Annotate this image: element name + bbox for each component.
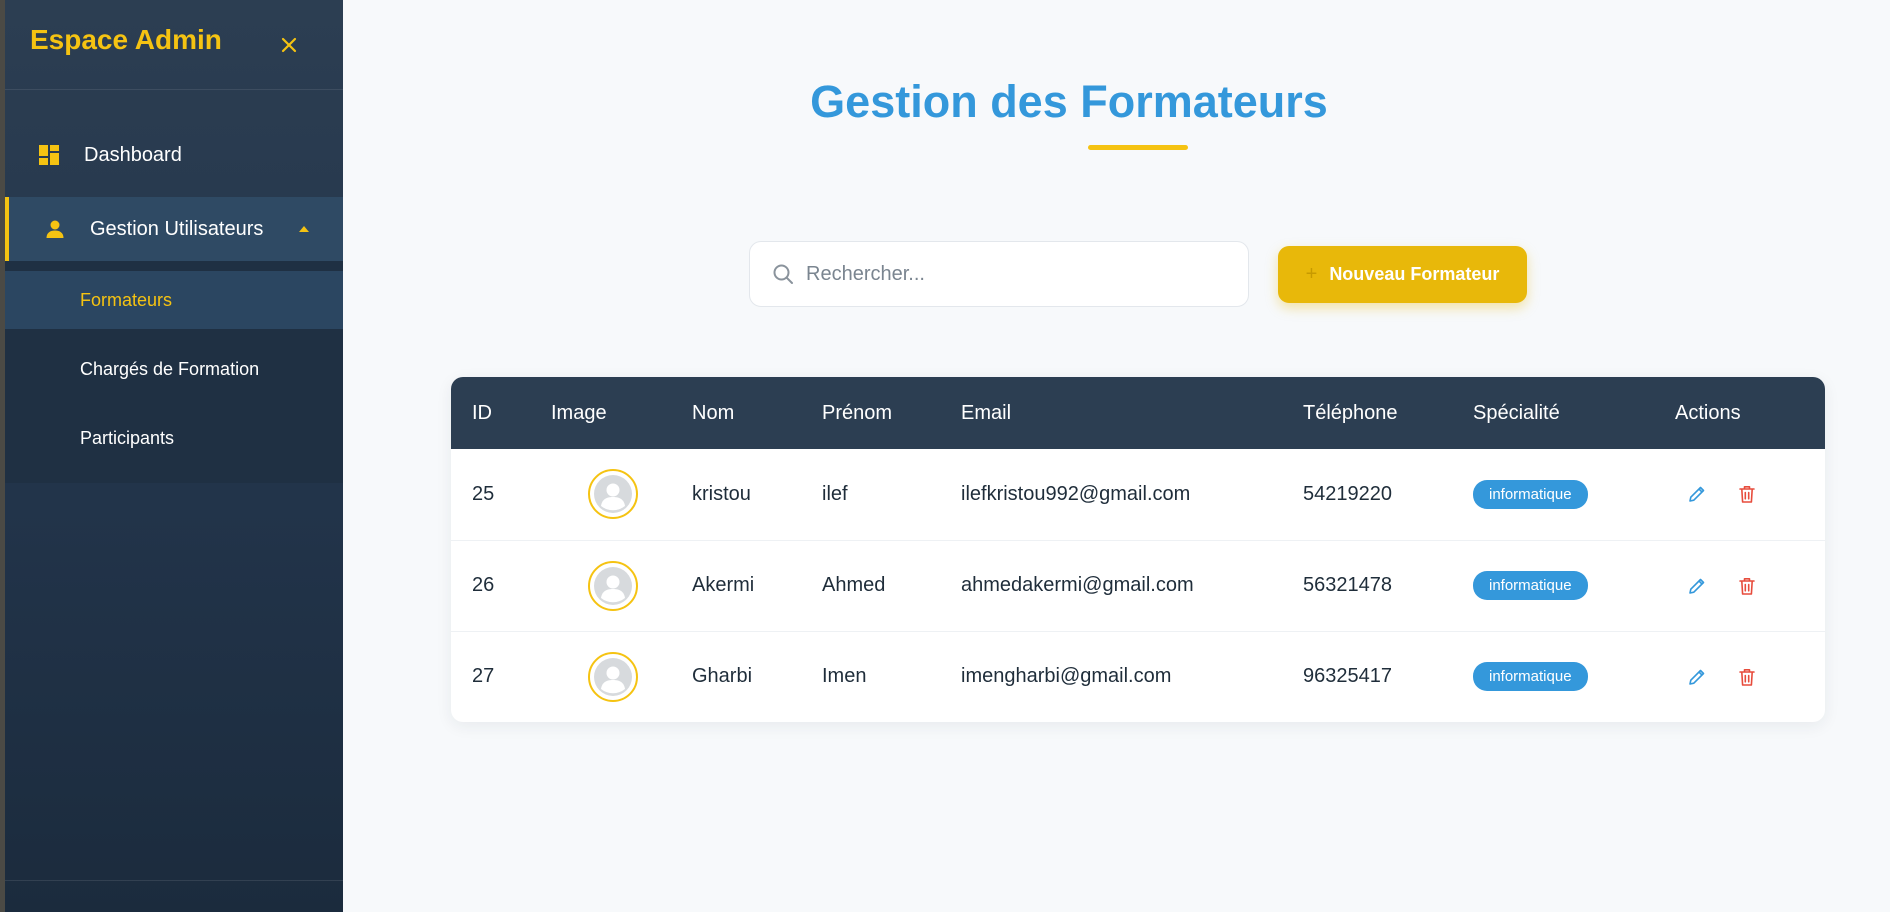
cell-prenom: Imen: [822, 665, 867, 688]
cell-email: ahmedakermi@gmail.com: [961, 574, 1194, 596]
sidebar-item-label: Gestion Utilisateurs: [90, 217, 264, 240]
add-formateur-label: Nouveau Formateur: [1329, 264, 1500, 284]
submenu-item-formateurs[interactable]: Formateurs: [5, 271, 343, 329]
column-header-email: Email: [961, 401, 1012, 424]
sidebar-footer-divider: [5, 880, 343, 881]
table-row: 27 Gharbi Imen imengharbi@gmail.com 9632…: [451, 631, 1825, 722]
add-formateur-button[interactable]: + Nouveau Formateur: [1278, 246, 1527, 303]
plus-icon: +: [1305, 263, 1318, 285]
user-icon: [43, 217, 67, 241]
row-actions: [1675, 482, 1825, 506]
submenu-item-charges-de-formation[interactable]: Chargés de Formation: [5, 340, 343, 398]
column-header-prenom: Prénom: [822, 401, 893, 424]
specialite-badge: informatique: [1473, 479, 1588, 509]
search-box[interactable]: [749, 241, 1249, 307]
cell-prenom: ilef: [822, 482, 848, 505]
app-root: Espace Admin Dashboard Gestion Utilisate…: [0, 0, 1890, 912]
avatar: [588, 560, 638, 611]
sidebar-item-label: Dashboard: [84, 143, 182, 166]
cell-nom: kristou: [692, 482, 751, 505]
formateurs-table: ID Image Nom Prénom Email Téléphone Spéc…: [451, 377, 1825, 722]
column-header-telephone: Téléphone: [1303, 401, 1398, 424]
cell-prenom: Ahmed: [822, 574, 886, 596]
table-header-row: ID Image Nom Prénom Email Téléphone Spéc…: [451, 377, 1825, 449]
main-content: Gestion des Formateurs + Nouveau Formate…: [343, 0, 1890, 912]
sidebar: Espace Admin Dashboard Gestion Utilisate…: [0, 0, 343, 912]
trash-icon[interactable]: [1735, 482, 1759, 506]
page-title: Gestion des Formateurs: [810, 76, 1328, 127]
cell-email: imengharbi@gmail.com: [961, 665, 1172, 688]
cell-nom: Akermi: [692, 574, 755, 596]
specialite-badge: informatique: [1473, 662, 1588, 692]
sidebar-nav: Dashboard Gestion Utilisateurs Formateur…: [5, 90, 343, 483]
edit-icon[interactable]: [1685, 574, 1709, 598]
column-header-image: Image: [551, 401, 607, 424]
brand-title: Espace Admin: [30, 23, 222, 55]
cell-id: 26: [472, 574, 495, 596]
cell-nom: Gharbi: [692, 665, 753, 688]
search-icon: [772, 263, 794, 285]
sidebar-header: Espace Admin: [5, 0, 343, 90]
caret-up-icon: [299, 224, 309, 234]
dashboard-icon: [37, 143, 61, 167]
cell-id: 27: [472, 665, 495, 688]
row-actions: [1675, 665, 1825, 689]
cell-email: ilefkristou992@gmail.com: [961, 482, 1191, 505]
avatar: [588, 469, 638, 520]
column-header-specialite: Spécialité: [1473, 401, 1560, 424]
column-header-nom: Nom: [692, 401, 735, 424]
close-icon[interactable]: [277, 33, 301, 57]
column-header-actions: Actions: [1675, 401, 1741, 424]
table-row: 26 Akermi Ahmed ahmedakermi@gmail.com 56…: [451, 540, 1825, 631]
cell-telephone: 54219220: [1303, 482, 1392, 505]
edit-icon[interactable]: [1685, 665, 1709, 689]
cell-id: 25: [472, 482, 495, 505]
sidebar-submenu: Formateurs Chargés de Formation Particip…: [5, 261, 343, 483]
column-header-id: ID: [472, 401, 492, 424]
trash-icon[interactable]: [1735, 574, 1759, 598]
title-underline: [1088, 145, 1188, 150]
submenu-item-participants[interactable]: Participants: [5, 409, 343, 467]
search-input[interactable]: [806, 262, 1226, 286]
trash-icon[interactable]: [1735, 665, 1759, 689]
cell-telephone: 96325417: [1303, 665, 1392, 688]
formateurs-table-card: ID Image Nom Prénom Email Téléphone Spéc…: [451, 377, 1825, 722]
specialite-badge: informatique: [1473, 571, 1588, 600]
sidebar-item-gestion-utilisateurs[interactable]: Gestion Utilisateurs: [5, 197, 343, 261]
table-row: 25 kristou ilef ilefkristou992@gmail.com…: [451, 449, 1825, 540]
avatar: [588, 651, 638, 702]
row-actions: [1675, 574, 1825, 598]
sidebar-item-dashboard[interactable]: Dashboard: [5, 123, 343, 187]
edit-icon[interactable]: [1685, 482, 1709, 506]
cell-telephone: 56321478: [1303, 574, 1392, 596]
